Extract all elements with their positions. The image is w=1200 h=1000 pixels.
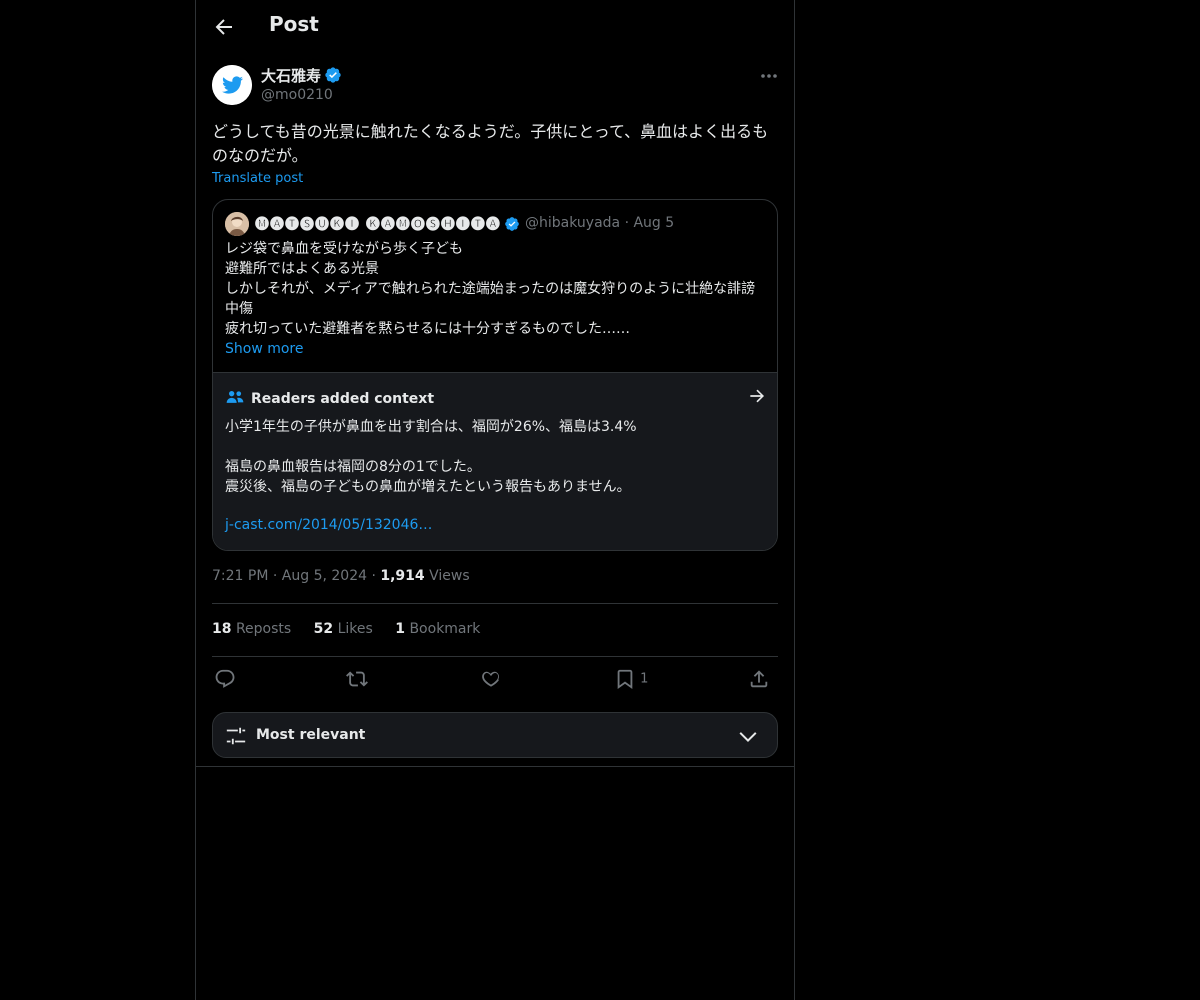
post-text: どうしても昔の光景に触れたくなるようだ。子供にとって、鼻血はよく出るものなのだが… bbox=[212, 122, 769, 165]
separator-dot: · bbox=[272, 568, 282, 584]
reposts-stat[interactable]: 18 Reposts bbox=[212, 621, 291, 637]
community-note-link[interactable]: j-cast.com/2014/05/132046… bbox=[225, 517, 432, 533]
divider bbox=[212, 603, 778, 604]
community-note-title: Readers added context bbox=[251, 391, 435, 407]
bookmark-icon bbox=[617, 669, 633, 690]
post-meta: 7:21 PM · Aug 5, 2024 · 1,914 Views bbox=[212, 568, 470, 584]
share-icon bbox=[750, 670, 768, 688]
community-note-header: Readers added context bbox=[225, 387, 434, 407]
sort-label: Most relevant bbox=[256, 727, 366, 743]
views-count: 1,914 bbox=[380, 568, 425, 584]
post-time[interactable]: 7:21 PM bbox=[212, 568, 268, 584]
arrow-left-icon[interactable] bbox=[212, 15, 236, 39]
page-header: Post bbox=[196, 0, 794, 54]
quote-avatar-image bbox=[225, 212, 249, 236]
verified-badge-icon bbox=[505, 217, 519, 231]
heart-icon bbox=[482, 671, 500, 687]
quoted-post[interactable]: 🅜🅐🅣🅢🅤🅚🅘 🅚🅐🅜🅞🅢🅗🅘🅣🅐 @hibakuyada · Aug 5 レジ… bbox=[212, 199, 778, 551]
bookmarks-count: 1 bbox=[395, 621, 405, 637]
bird-logo-icon bbox=[212, 65, 252, 105]
quote-meta: @hibakuyada · Aug 5 bbox=[525, 215, 674, 231]
chevron-down-icon bbox=[739, 732, 757, 743]
divider bbox=[196, 766, 794, 767]
quote-handle[interactable]: @hibakuyada bbox=[525, 215, 620, 231]
community-note-text: 小学1年生の子供が鼻血を出す割合は、福岡が26%、福島は3.4% 福島の鼻血報告… bbox=[225, 419, 637, 495]
avatar[interactable] bbox=[212, 65, 252, 105]
engagement-stats: 18 Reposts 52 Likes 1 Bookmark bbox=[212, 621, 498, 637]
translate-post-link[interactable]: Translate post bbox=[212, 171, 303, 186]
more-dots-icon[interactable] bbox=[758, 66, 780, 86]
likes-stat[interactable]: 52 Likes bbox=[314, 621, 373, 637]
page-title: Post bbox=[269, 12, 319, 36]
quote-avatar[interactable] bbox=[225, 212, 249, 236]
action-bar: 1 bbox=[212, 668, 778, 692]
like-button[interactable] bbox=[480, 668, 502, 692]
sort-replies-dropdown[interactable]: Most relevant bbox=[212, 712, 778, 758]
quote-author-name[interactable]: 🅜🅐🅣🅢🅤🅚🅘 🅚🅐🅜🅞🅢🅗🅘🅣🅐 bbox=[255, 214, 520, 234]
quote-text: レジ袋で鼻血を受けながら歩く子ども 避難所ではよくある光景 しかしそれが、メディ… bbox=[225, 241, 756, 337]
author-name[interactable]: 大石雅寿 bbox=[261, 65, 342, 86]
divider bbox=[212, 656, 778, 657]
likes-label: Likes bbox=[337, 621, 373, 637]
author-name-text[interactable]: 大石雅寿 bbox=[261, 67, 321, 85]
bookmarks-label: Bookmark bbox=[409, 621, 481, 637]
community-note[interactable]: Readers added context 小学1年生の子供が鼻血を出す割合は、… bbox=[213, 372, 777, 550]
likes-count: 52 bbox=[313, 621, 334, 637]
show-more-link[interactable]: Show more bbox=[225, 341, 304, 357]
reply-icon bbox=[215, 669, 235, 688]
main-column: Post 大石雅寿 @mo0210 どうしても昔の光景に触れたくなるようだ。子供… bbox=[195, 0, 795, 1000]
arrow-right-icon[interactable] bbox=[747, 386, 767, 406]
repost-button[interactable] bbox=[346, 668, 368, 692]
reposts-count: 18 bbox=[212, 621, 232, 637]
verified-badge-icon bbox=[325, 67, 341, 83]
bookmark-button[interactable]: 1 bbox=[614, 668, 648, 692]
reply-button[interactable] bbox=[214, 668, 236, 692]
share-button[interactable] bbox=[748, 668, 770, 692]
bookmark-count: 1 bbox=[640, 671, 649, 687]
quote-date[interactable]: Aug 5 bbox=[633, 215, 674, 231]
author-handle[interactable]: @mo0210 bbox=[261, 87, 333, 103]
repost-icon bbox=[346, 671, 368, 687]
sliders-icon bbox=[226, 727, 246, 745]
reposts-label: Reposts bbox=[235, 621, 292, 637]
people-icon bbox=[226, 391, 244, 403]
quote-author-name-text[interactable]: 🅜🅐🅣🅢🅤🅚🅘 🅚🅐🅜🅞🅢🅗🅘🅣🅐 bbox=[255, 217, 501, 233]
bookmarks-stat[interactable]: 1 Bookmark bbox=[395, 621, 480, 637]
views-label: Views bbox=[429, 568, 470, 584]
post-date[interactable]: Aug 5, 2024 bbox=[282, 568, 367, 584]
